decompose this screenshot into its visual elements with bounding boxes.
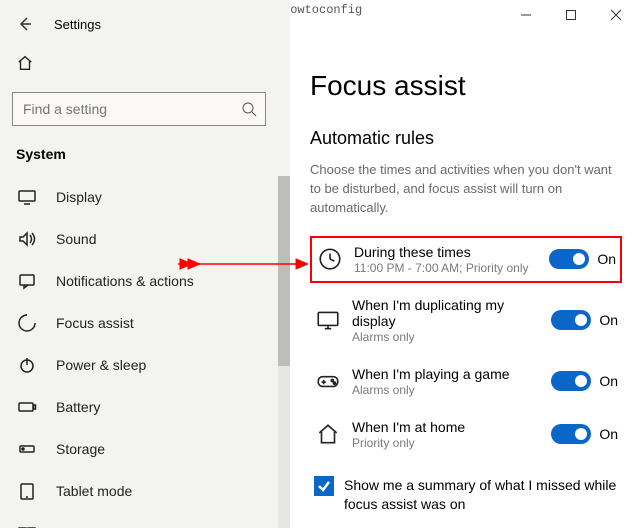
sidebar-header: Settings <box>0 6 290 42</box>
rule-title: When I'm at home <box>352 419 551 435</box>
focus-icon <box>16 312 38 334</box>
sidebar-item-label: Focus assist <box>56 315 134 331</box>
window-controls <box>503 0 638 30</box>
rule-during-times[interactable]: During these times 11:00 PM - 7:00 AM; P… <box>310 236 622 283</box>
rule-at-home[interactable]: When I'm at home Priority only On <box>310 411 622 458</box>
toggle-switch[interactable] <box>551 310 591 330</box>
page-title: Focus assist <box>310 70 622 102</box>
sidebar-item-sound[interactable]: Sound <box>0 218 290 260</box>
gamepad-icon <box>314 367 342 395</box>
notifications-icon <box>16 270 38 292</box>
rule-subtitle: Alarms only <box>352 330 551 344</box>
minimize-button[interactable] <box>503 0 548 30</box>
rule-subtitle: Alarms only <box>352 383 551 397</box>
sidebar-item-power-sleep[interactable]: Power & sleep <box>0 344 290 386</box>
search-row <box>0 86 290 136</box>
sound-icon <box>16 228 38 250</box>
maximize-button[interactable] <box>548 0 593 30</box>
back-button[interactable] <box>12 11 38 37</box>
home-button[interactable] <box>0 42 290 86</box>
rule-text: When I'm playing a game Alarms only <box>352 366 551 397</box>
sidebar-item-label: Power & sleep <box>56 357 146 373</box>
app-title: Settings <box>54 17 101 32</box>
summary-row[interactable]: Show me a summary of what I missed while… <box>310 464 622 515</box>
toggle-switch[interactable] <box>551 424 591 444</box>
storage-icon <box>16 438 38 460</box>
rule-toggle[interactable]: On <box>551 424 618 444</box>
category-label: System <box>0 136 290 176</box>
tablet-icon <box>16 480 38 502</box>
display-icon <box>16 186 38 208</box>
summary-text: Show me a summary of what I missed while… <box>344 476 618 515</box>
rule-subtitle: 11:00 PM - 7:00 AM; Priority only <box>354 261 549 275</box>
sidebar-item-label: Notifications & actions <box>56 273 194 289</box>
nav-list: Display Sound Notifications & actions Fo… <box>0 176 290 528</box>
sidebar-item-label: Sound <box>56 231 96 247</box>
settings-window: °Howtoconfig Settings <box>0 0 638 528</box>
search-field[interactable] <box>21 100 257 118</box>
toggle-label: On <box>599 312 618 328</box>
sidebar-item-label: Display <box>56 189 102 205</box>
summary-checkbox[interactable] <box>314 476 334 496</box>
clock-icon <box>316 245 344 273</box>
toggle-switch[interactable] <box>551 371 591 391</box>
rule-subtitle: Priority only <box>352 436 551 450</box>
rule-toggle[interactable]: On <box>551 310 618 330</box>
power-icon <box>16 354 38 376</box>
rule-text: During these times 11:00 PM - 7:00 AM; P… <box>354 244 549 275</box>
search-input[interactable] <box>12 92 266 126</box>
rule-title: During these times <box>354 244 549 260</box>
sidebar-item-display[interactable]: Display <box>0 176 290 218</box>
sidebar-item-label: Storage <box>56 441 105 457</box>
home-icon <box>314 420 342 448</box>
toggle-label: On <box>597 251 616 267</box>
toggle-label: On <box>599 373 618 389</box>
sidebar-item-multitasking[interactable]: Multitasking <box>0 512 290 528</box>
sidebar-item-notifications[interactable]: Notifications & actions <box>0 260 290 302</box>
toggle-label: On <box>599 426 618 442</box>
toggle-switch[interactable] <box>549 249 589 269</box>
section-title: Automatic rules <box>310 128 622 149</box>
sidebar-item-battery[interactable]: Battery <box>0 386 290 428</box>
rule-toggle[interactable]: On <box>551 371 618 391</box>
section-description: Choose the times and activities when you… <box>310 161 622 218</box>
rule-duplicating-display[interactable]: When I'm duplicating my display Alarms o… <box>310 289 622 352</box>
rule-toggle[interactable]: On <box>549 249 616 269</box>
sidebar-item-storage[interactable]: Storage <box>0 428 290 470</box>
sidebar-item-focus-assist[interactable]: Focus assist <box>0 302 290 344</box>
sidebar: Settings System Dis <box>0 0 290 528</box>
rule-playing-game[interactable]: When I'm playing a game Alarms only On <box>310 358 622 405</box>
rule-text: When I'm at home Priority only <box>352 419 551 450</box>
main-panel: Focus assist Automatic rules Choose the … <box>290 30 638 528</box>
home-icon <box>16 54 34 75</box>
monitor-icon <box>314 306 342 334</box>
rule-title: When I'm duplicating my display <box>352 297 551 329</box>
sidebar-item-label: Tablet mode <box>56 483 132 499</box>
search-icon <box>241 101 257 120</box>
rule-title: When I'm playing a game <box>352 366 551 382</box>
close-button[interactable] <box>593 0 638 30</box>
battery-icon <box>16 396 38 418</box>
rule-text: When I'm duplicating my display Alarms o… <box>352 297 551 344</box>
multitasking-icon <box>16 522 38 528</box>
sidebar-item-label: Battery <box>56 399 100 415</box>
sidebar-item-tablet-mode[interactable]: Tablet mode <box>0 470 290 512</box>
